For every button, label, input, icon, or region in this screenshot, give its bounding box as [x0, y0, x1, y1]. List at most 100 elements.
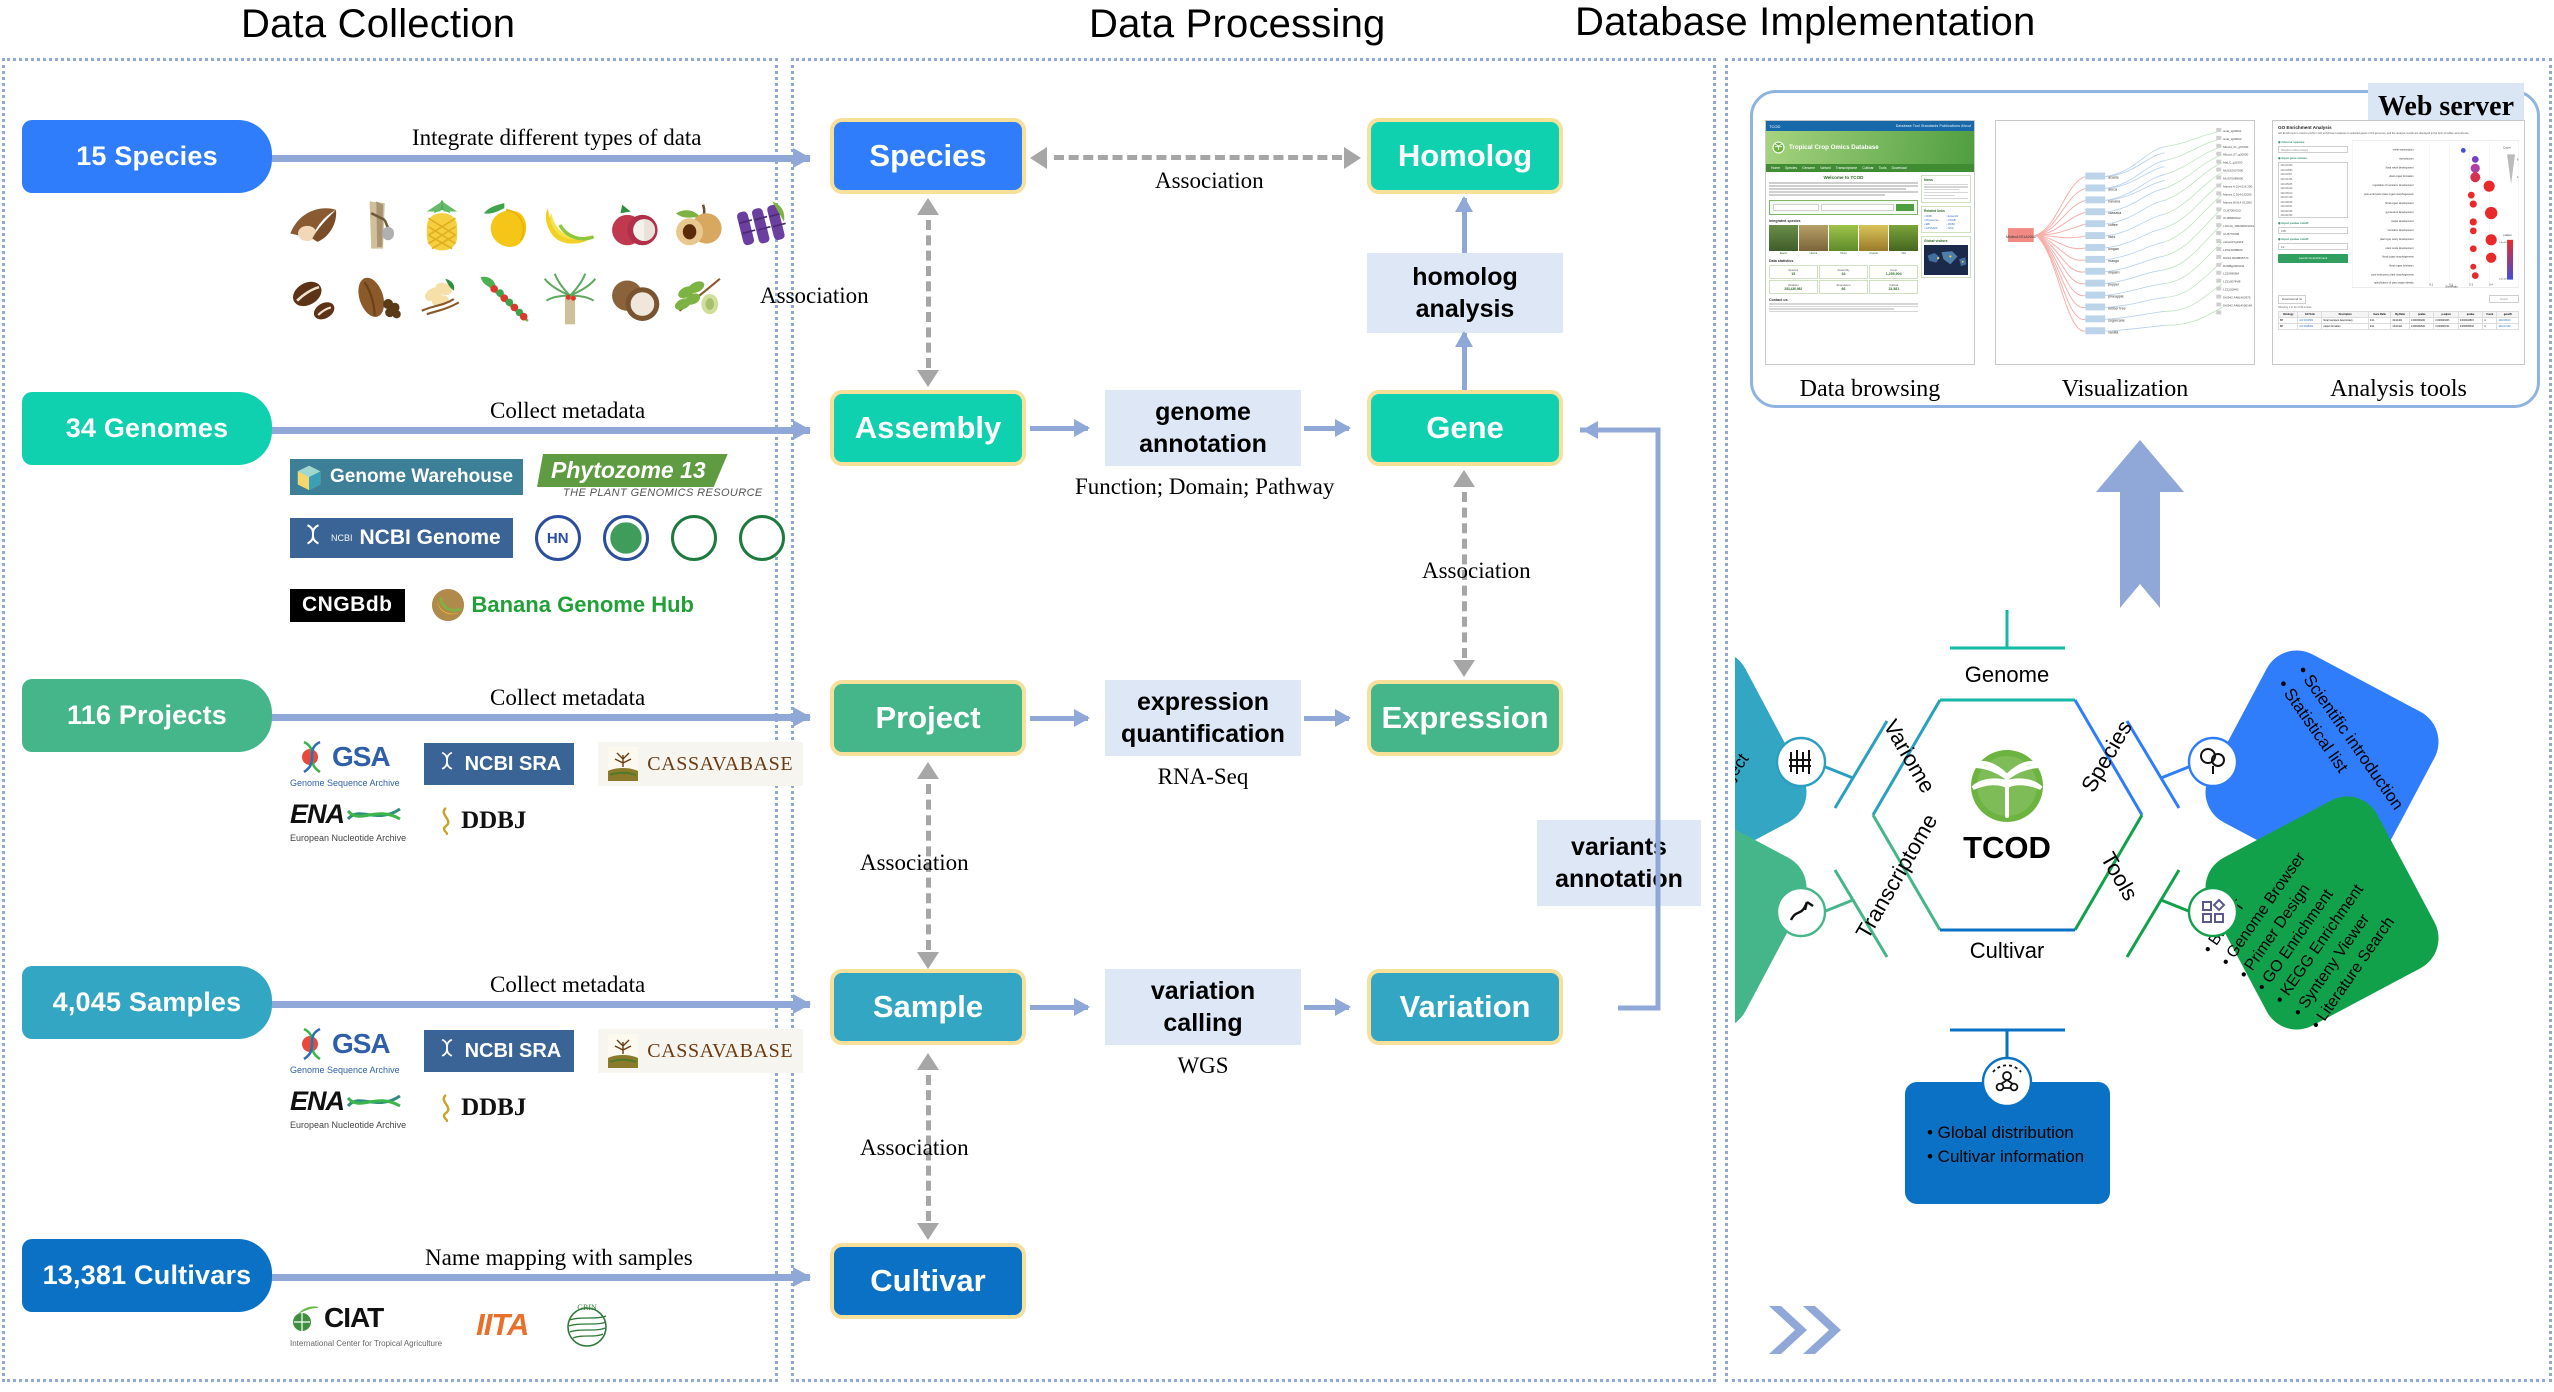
ncbi-sra-label: NCBI SRA: [464, 752, 562, 775]
hex-node-cultivar: [1981, 1056, 2033, 1108]
download-all-button[interactable]: Download all rst: [2278, 294, 2306, 304]
screenshot-analysis-tools[interactable]: GO Enrichment Analysis GO Enrichment is …: [2272, 120, 2525, 365]
entity-homolog[interactable]: Homolog: [1367, 118, 1563, 194]
ciat-logo: CIAT International Center for Tropical A…: [290, 1302, 442, 1348]
genome-logo-row-2: NCBI NCBI Genome HN: [290, 515, 785, 561]
table-search-input[interactable]: Search: [2488, 295, 2519, 304]
institute-seal-2-icon: [670, 515, 717, 561]
brazil-nut-icon: [290, 208, 337, 242]
connector-genomes: [272, 420, 811, 440]
ena-label-2: ENA: [290, 1086, 345, 1116]
go-enrichment-run-button[interactable]: Launch Go Enrichment: [2278, 253, 2348, 263]
svg-text:LPC1000B000: LPC1000B000: [2223, 248, 2243, 252]
hex-node-variome: [1775, 736, 1827, 788]
ddbj-label-2: DDBJ: [461, 1094, 527, 1121]
stat-pill-cultivars[interactable]: 13,381 Cultivars: [22, 1239, 272, 1312]
connector-label-genomes: Collect metadata: [490, 398, 646, 423]
stat-pill-species[interactable]: 15 Species: [22, 120, 272, 193]
cassavabase-logo-2: CASSAVABASE: [598, 1029, 804, 1073]
assoc-arrow-down-sample: [917, 952, 939, 969]
assoc-arrow-up-project: [917, 762, 939, 779]
entity-gene[interactable]: Gene: [1367, 390, 1563, 466]
hn-university-seal-icon: HN: [534, 515, 581, 561]
entity-variation[interactable]: Variation: [1367, 969, 1563, 1045]
process-homolog-analysis-line2: analysis: [1415, 295, 1515, 323]
gsa-label: GSA: [331, 741, 391, 772]
connector-species: [272, 148, 811, 168]
cassavabase-label: CASSAVABASE: [647, 752, 794, 775]
entity-species[interactable]: Species: [830, 118, 1026, 194]
svg-text:Manes.A.014.016.200: Manes.A.014.016.200: [2223, 184, 2252, 188]
screenshot-data-browsing[interactable]: TCOD Database Tool Standards Publication…: [1765, 120, 1975, 365]
cassava-plant-icon: [608, 747, 639, 781]
svg-text:meristem development: meristem development: [2388, 228, 2414, 232]
routed-path-variation-to-gene: [1580, 421, 1661, 1011]
svg-text:reproduction: reproduction: [2399, 156, 2414, 160]
assoc-line-species-homolog: [1054, 155, 1342, 160]
sample-logo-row-2: ENA European Nucleotide Archive DDBJ: [290, 1086, 526, 1130]
svg-text:• Cultivar information: • Cultivar information: [1927, 1147, 2084, 1166]
ncbi-sra-logo-2: NCBI SRA: [423, 1030, 575, 1072]
oil-palm-icon: [543, 273, 597, 325]
svg-text:Acat_Ig00001: Acat_Ig00001: [2223, 129, 2242, 133]
olive-branch-icon: [674, 277, 721, 315]
project-logo-row-1: GSA Genome Sequence Archive NCBI SRA CAS…: [290, 740, 804, 788]
ddbj-logo: DDBJ: [436, 806, 526, 836]
svg-text:0.4: 0.4: [2489, 282, 2493, 286]
connector-label-species: Integrate different types of data: [412, 125, 702, 150]
stat-pill-projects[interactable]: 116 Projects: [22, 679, 272, 752]
svg-text:Dt30Bg0004011: Dt30Bg0004011: [2223, 264, 2245, 268]
ciat-label: CIAT: [324, 1302, 384, 1333]
process-expression-quantification: expression quantification: [1105, 680, 1301, 756]
process-genome-annotation: genome annotation: [1105, 390, 1301, 466]
caption-visualization: Visualization: [2061, 376, 2189, 402]
ddbj-logo-2: DDBJ: [436, 1093, 526, 1123]
genome-warehouse-logo: Genome Warehouse: [290, 458, 524, 495]
process-homolog-analysis-line1: homolog: [1412, 263, 1518, 291]
screenshot-visualization[interactable]: Mluteo1XS1A2000 acacia areca banana cass…: [1995, 120, 2255, 365]
entity-project[interactable]: Project: [830, 680, 1026, 756]
svg-text:Count: Count: [2503, 145, 2511, 149]
svg-text:Mluteo1XS1A2000: Mluteo1XS1A2000: [2006, 235, 2036, 239]
svg-text:Dt0942.A48L402975: Dt0942.A48L402975: [2223, 296, 2251, 300]
banana-icon: [545, 208, 595, 244]
dna-icon: [306, 524, 320, 545]
process-homolog-analysis: homolog analysis: [1367, 253, 1563, 333]
up-arrow-to-web-server: [2096, 440, 2184, 608]
species-icon-row-1: [287, 198, 789, 252]
svg-text:carpel development: carpel development: [2391, 219, 2414, 223]
hex-axis-label-tools: Tools: [2096, 848, 2143, 905]
svg-text:CU37000013: CU37000013: [2223, 208, 2241, 212]
connector-label-cultivars: Name mapping with samples: [425, 1245, 693, 1270]
ena-logo: ENA European Nucleotide Archive: [290, 799, 406, 843]
go-enrichment-title: GO Enrichment Analysis: [2278, 125, 2332, 130]
project-logo-row-2: ENA European Nucleotide Archive DDBJ: [290, 799, 526, 843]
rubber-tree-icon: [369, 201, 395, 249]
entity-assembly[interactable]: Assembly: [830, 390, 1026, 466]
svg-text:plant ovule development: plant ovule development: [2386, 246, 2414, 250]
svg-text:4.0e-03: 4.0e-03: [2499, 278, 2507, 280]
ciat-globe-leaf-icon: [293, 1306, 319, 1331]
entity-expression[interactable]: Expression: [1367, 680, 1563, 756]
gsa-logo-2: GSA Genome Sequence Archive: [290, 1027, 400, 1075]
go-enrichment-description: GO Enrichment is used to perform GO enri…: [2278, 132, 2470, 135]
entity-cultivar[interactable]: Cultivar: [830, 1243, 1026, 1319]
svg-text:Manes.C.014.022000: Manes.C.014.022000: [2223, 192, 2252, 196]
svg-text:0.3: 0.3: [2469, 282, 2473, 286]
ena-tagline: European Nucleotide Archive: [290, 833, 407, 843]
cassavabase-label-2: CASSAVABASE: [647, 1039, 794, 1062]
entity-sample[interactable]: Sample: [830, 969, 1026, 1045]
ddbj-mark-icon: [442, 1094, 450, 1123]
hex-axis-label-genome: Genome: [1965, 662, 2049, 687]
svg-text:post-embryonic plant organ mor: post-embryonic plant organ morphogenesis: [2364, 192, 2414, 196]
stat-pill-samples[interactable]: 4,045 Samples: [22, 966, 272, 1039]
stat-pill-genomes[interactable]: 34 Genomes: [22, 392, 272, 465]
assoc-arrow-right-homolog: [1344, 147, 1361, 169]
ncbi-sra-label-2: NCBI SRA: [464, 1039, 562, 1062]
cacao-icon: [358, 277, 401, 319]
phytozome-tagline: THE PLANT GENOMICS RESOURCE: [563, 487, 763, 499]
arrow-project-to-quantification: [1030, 709, 1090, 727]
svg-text:specification of plant organ i: specification of plant organ identity: [2374, 280, 2414, 284]
mangosteen-icon: [612, 204, 658, 246]
process-expression-quantification-line2: quantification: [1121, 720, 1285, 748]
